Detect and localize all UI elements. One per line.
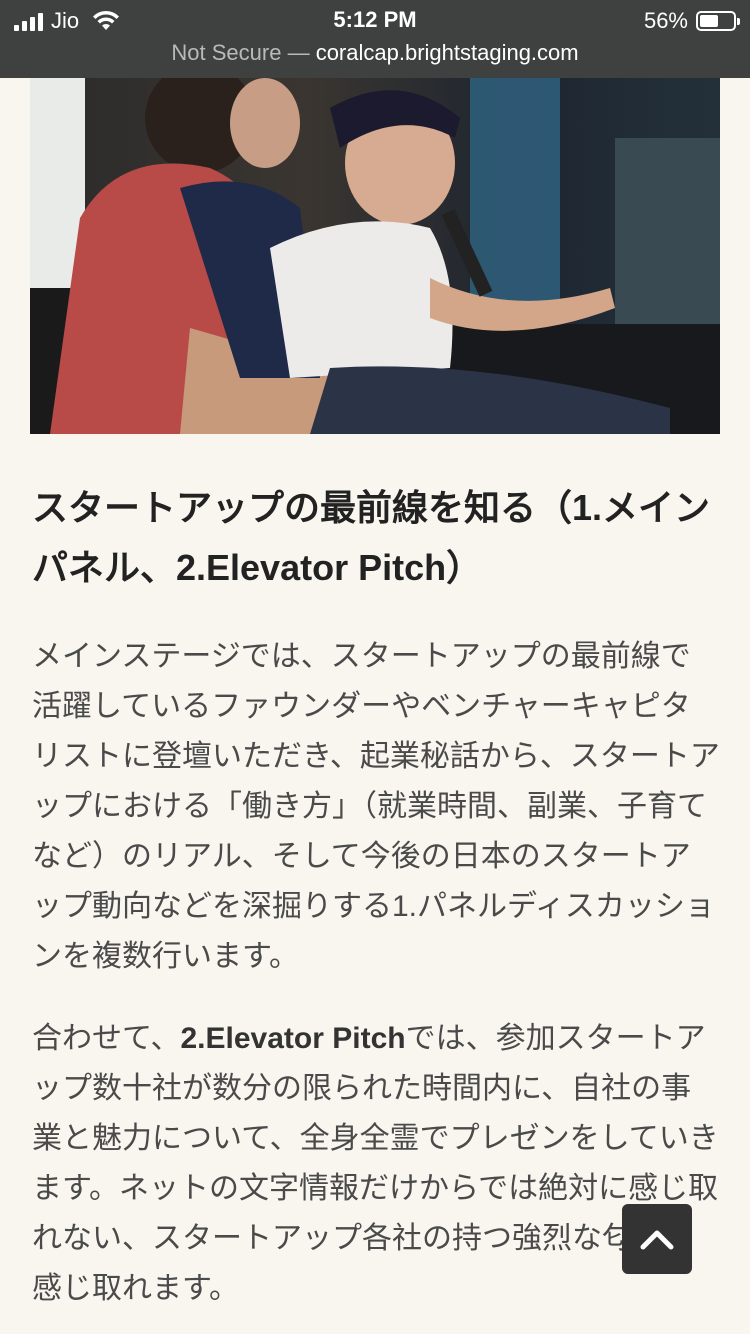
chevron-up-icon	[640, 1230, 674, 1250]
paragraph-body: では、参加スタートアップ数十社が数分の限られた時間内に、自社の事業と魅力について…	[32, 1022, 719, 1305]
paragraph-elevator-pitch: 合わせて、2.Elevator Pitchでは、参加スタートアップ数十社が数分の…	[32, 1014, 720, 1314]
paragraph-main-stage: メインステージでは、スタートアップの最前線で活躍しているファウンダーやベンチャー…	[32, 640, 720, 973]
battery-level	[700, 15, 718, 27]
back-to-top-button[interactable]	[622, 1204, 692, 1274]
security-indicator: Not Secure	[171, 40, 282, 65]
section-heading: スタートアップの最前線を知る（1.メインパネル、2.Elevator Pitch…	[32, 487, 711, 588]
panelists-illustration	[30, 78, 670, 434]
paragraph-prefix: 合わせて、	[32, 1022, 181, 1055]
battery-icon	[696, 11, 740, 31]
hero-image	[30, 78, 720, 434]
browser-chrome: Jio 5:12 PM 56% Not Secure — coralcap.br…	[0, 0, 750, 78]
battery-percent: 56%	[643, 8, 688, 33]
address-bar[interactable]: Not Secure — coralcap.brightstaging.com	[0, 40, 750, 70]
url-separator: —	[281, 40, 316, 65]
status-bar: Jio 5:12 PM 56%	[0, 0, 750, 40]
url-text: coralcap.brightstaging.com	[315, 40, 579, 65]
elevator-pitch-emphasis: 2.Elevator Pitch	[180, 1022, 406, 1055]
clock: 5:12 PM	[333, 7, 417, 32]
